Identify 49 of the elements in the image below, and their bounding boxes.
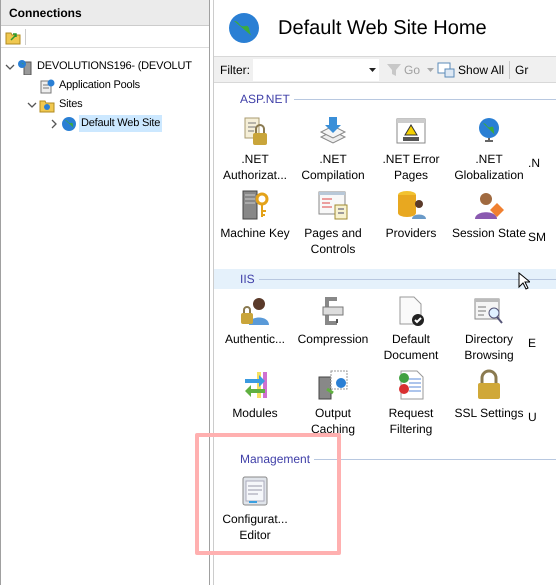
filter-field[interactable] — [253, 58, 379, 80]
globe-icon — [228, 12, 260, 44]
server-globe-icon — [17, 58, 33, 74]
feature-button[interactable]: Session State — [450, 189, 528, 257]
show-all-button[interactable]: Show All — [437, 60, 504, 78]
feature-button[interactable]: Authentic... — [216, 295, 294, 363]
feature-label[interactable]: .N — [528, 156, 540, 170]
feature-button[interactable]: .NET Authorizat... — [216, 115, 294, 183]
tree-item[interactable]: DEVOLUTIONS196- (DEVOLUT — [35, 58, 194, 75]
group-heading[interactable]: IIS — [240, 270, 255, 288]
panel-header: Connections — [1, 0, 209, 26]
database-user-icon — [395, 189, 427, 221]
user-lock-icon — [239, 295, 271, 327]
windows-icon — [437, 62, 456, 78]
mouse-cursor-icon — [518, 272, 530, 290]
feature-button[interactable]: .NET Globalization — [450, 115, 528, 183]
form-window-icon — [317, 189, 349, 221]
tree-item[interactable]: Sites — [57, 96, 84, 113]
pools-icon — [39, 78, 55, 94]
tree-item[interactable]: Application Pools — [57, 77, 142, 94]
page-title: Default Web Site Home — [278, 16, 487, 41]
feature-button[interactable]: Default Document — [372, 295, 450, 363]
feature-button[interactable]: Directory Browsing — [450, 295, 528, 363]
feature-label[interactable]: E — [528, 336, 536, 350]
feature-button[interactable]: Compression — [294, 295, 372, 363]
feature-button[interactable]: .NET Compilation — [294, 115, 372, 183]
expanded-chevron-icon[interactable] — [5, 62, 15, 72]
feature-button[interactable]: SSL Settings — [450, 369, 528, 437]
feature-button[interactable]: .NET Error Pages — [372, 115, 450, 183]
feature-button[interactable]: Configurat... Editor — [216, 475, 294, 543]
feature-button[interactable]: Pages and Controls — [294, 189, 372, 257]
expanded-chevron-icon[interactable] — [27, 100, 37, 110]
feature-button[interactable]: Request Filtering — [372, 369, 450, 437]
toolbar-item[interactable]: Gr — [515, 60, 528, 78]
feature-button[interactable]: Providers — [372, 189, 450, 257]
tree-item[interactable]: Default Web Site — [79, 115, 162, 132]
feature-button[interactable]: Machine Key — [216, 189, 294, 257]
funnel-icon — [386, 62, 402, 76]
filter-label: Filter: — [220, 62, 250, 78]
group-heading[interactable]: Management — [240, 450, 310, 468]
feature-button[interactable]: Modules — [216, 369, 294, 437]
globe-icon — [61, 116, 77, 132]
collapsed-chevron-icon[interactable] — [49, 118, 59, 128]
dropdown-icon[interactable] — [369, 68, 376, 72]
group-heading[interactable]: ASP.NET — [240, 90, 290, 108]
feature-button[interactable]: Output Caching — [294, 369, 372, 437]
server-globe-icon — [317, 369, 349, 401]
feature-label[interactable]: SM — [528, 230, 546, 244]
feature-label[interactable]: U — [528, 410, 537, 424]
